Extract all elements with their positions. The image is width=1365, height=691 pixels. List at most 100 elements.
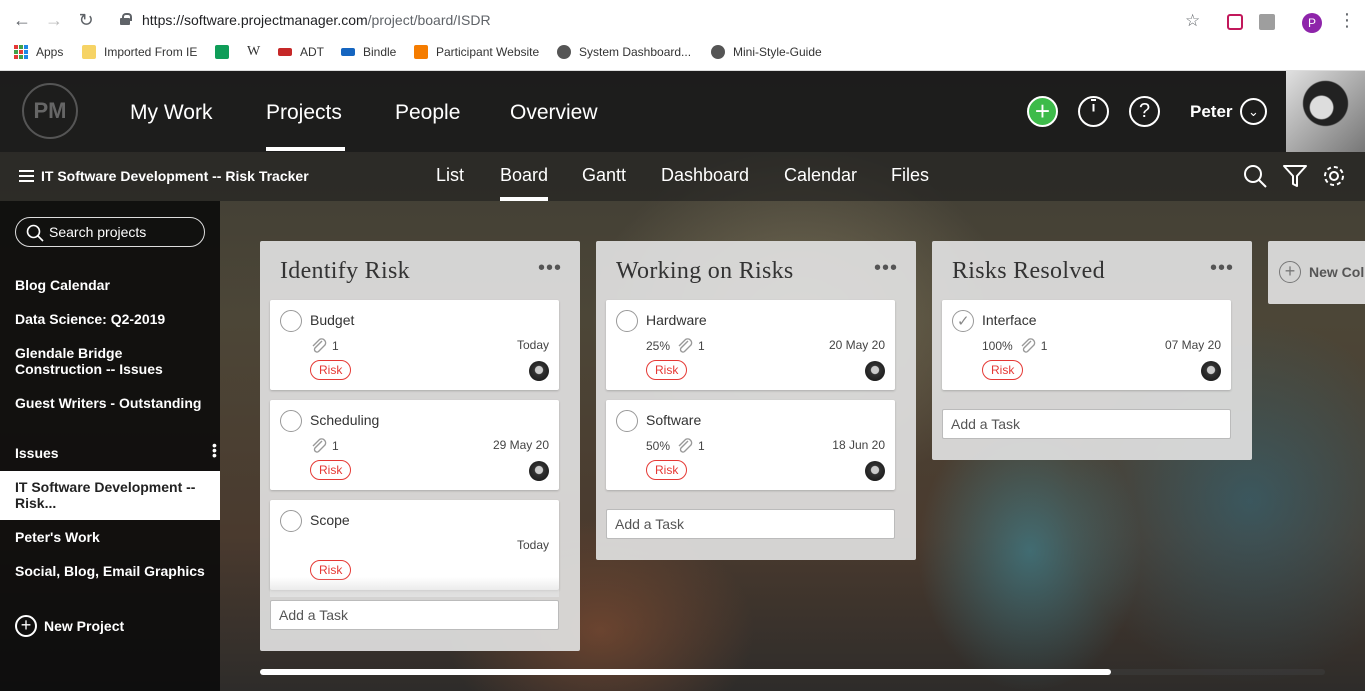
bookmark-star-icon[interactable]: ☆ <box>1185 11 1200 31</box>
bookmark-apps[interactable]: Apps <box>14 44 63 60</box>
risk-tag[interactable]: Risk <box>646 460 688 480</box>
column-menu-icon[interactable]: ••• <box>1210 257 1234 280</box>
assignee-avatar[interactable] <box>529 361 549 381</box>
search-projects-input[interactable]: Search projects <box>15 217 205 247</box>
sidebar-item-peters-work[interactable]: Peter's Work <box>15 529 205 545</box>
task-progress: 25% <box>646 339 671 353</box>
tab-board[interactable]: Board <box>500 165 548 186</box>
add-task-input[interactable]: Add a Task <box>606 509 895 539</box>
bookmark-adt[interactable]: ADT <box>278 44 324 60</box>
tab-gantt[interactable]: Gantt <box>582 165 626 186</box>
task-card[interactable]: Scheduling 1 29 May 20 Risk <box>270 400 559 490</box>
horizontal-scrollbar-thumb[interactable] <box>260 669 1111 675</box>
back-icon[interactable]: ← <box>12 10 32 30</box>
attachment-count: 1 <box>1040 339 1048 353</box>
address-bar[interactable]: https://software.projectmanager.com/proj… <box>110 6 1210 34</box>
url-text: https://software.projectmanager.com/proj… <box>142 12 491 28</box>
risk-tag[interactable]: Risk <box>982 360 1024 380</box>
task-checkbox[interactable] <box>280 410 302 432</box>
sidebar-item-social-blog[interactable]: Social, Blog, Email Graphics <box>15 563 205 579</box>
top-navigation: PM My Work Projects People Overview + ? … <box>0 71 1365 152</box>
browser-chrome: ← → ↻ https://software.projectmanager.co… <box>0 0 1365 71</box>
assignee-avatar[interactable] <box>1201 361 1221 381</box>
search-icon <box>26 224 44 242</box>
sidebar-item-it-software-development[interactable]: IT Software Development -- Risk... <box>0 471 220 520</box>
task-progress: 100% <box>982 339 1013 353</box>
due-date: Today <box>516 338 549 352</box>
nav-projects[interactable]: Projects <box>266 101 342 125</box>
due-date: 20 May 20 <box>828 338 885 352</box>
tab-dashboard[interactable]: Dashboard <box>661 165 749 186</box>
task-checkbox-checked[interactable] <box>952 310 974 332</box>
nav-my-work[interactable]: My Work <box>130 101 212 125</box>
attachment-count: 1 <box>332 339 339 353</box>
risk-tag[interactable]: Risk <box>646 360 688 380</box>
timer-icon[interactable] <box>1078 96 1109 127</box>
column-menu-icon[interactable]: ••• <box>538 257 562 280</box>
extension-icon[interactable] <box>1227 14 1243 30</box>
tab-files[interactable]: Files <box>891 165 929 186</box>
filter-icon[interactable] <box>1282 163 1308 189</box>
task-checkbox[interactable] <box>616 410 638 432</box>
task-card[interactable]: Interface 100% 1 07 May 20 Risk <box>942 300 1231 390</box>
profile-avatar[interactable]: P <box>1302 13 1322 33</box>
user-avatar[interactable] <box>1286 71 1365 152</box>
risk-tag[interactable]: Risk <box>310 360 352 380</box>
pdf-extension-icon[interactable] <box>1259 14 1275 30</box>
task-meta: 50% 1 <box>646 437 705 455</box>
task-card[interactable]: Software 50% 1 18 Jun 20 Risk <box>606 400 895 490</box>
sidebar-item-issues[interactable]: Issues <box>15 445 205 461</box>
nav-overview[interactable]: Overview <box>510 101 598 125</box>
column-menu-icon[interactable]: ••• <box>874 257 898 280</box>
task-card[interactable]: Budget 1 Today Risk <box>270 300 559 390</box>
bookmarks-bar: Apps Imported From IE W ADT Bindle Parti… <box>0 40 1365 64</box>
reload-icon[interactable]: ↻ <box>76 10 96 30</box>
forward-icon[interactable]: → <box>44 10 64 30</box>
task-checkbox[interactable] <box>616 310 638 332</box>
column-title[interactable]: Identify Risk <box>280 258 410 285</box>
globe-icon <box>557 45 571 59</box>
chevron-down-icon[interactable]: ⌄ <box>1240 98 1267 125</box>
add-icon[interactable]: + <box>1027 96 1058 127</box>
address-row: ← → ↻ https://software.projectmanager.co… <box>0 4 1365 36</box>
task-card[interactable]: Hardware 25% 1 20 May 20 Risk <box>606 300 895 390</box>
bookmark-imported-from-ie[interactable]: Imported From IE <box>82 44 197 60</box>
more-options-icon[interactable]: • • • <box>212 438 217 462</box>
risk-tag[interactable]: Risk <box>310 460 352 480</box>
add-task-input[interactable]: Add a Task <box>270 600 559 630</box>
bookmark-participant-website[interactable]: Participant Website <box>414 44 539 60</box>
add-task-input[interactable]: Add a Task <box>942 409 1231 439</box>
settings-gear-icon[interactable] <box>1321 163 1347 189</box>
nav-people[interactable]: People <box>395 101 460 125</box>
assignee-avatar[interactable] <box>865 461 885 481</box>
tab-list[interactable]: List <box>436 165 464 186</box>
sidebar-item-glendale-bridge[interactable]: Glendale Bridge Construction -- Issues <box>15 345 205 377</box>
sidebar-item-data-science[interactable]: Data Science: Q2-2019 <box>15 311 205 327</box>
assignee-avatar[interactable] <box>529 461 549 481</box>
new-column-button[interactable]: + New Column <box>1268 241 1365 304</box>
column-title[interactable]: Working on Risks <box>616 258 794 285</box>
task-checkbox[interactable] <box>280 310 302 332</box>
bookmark-system-dashboard[interactable]: System Dashboard... <box>557 44 691 60</box>
user-name[interactable]: Peter <box>1190 102 1233 122</box>
pm-logo[interactable]: PM <box>22 83 78 139</box>
bookmark-bindle[interactable]: Bindle <box>341 44 396 60</box>
search-icon[interactable] <box>1242 163 1268 189</box>
hamburger-menu-icon[interactable] <box>19 170 34 182</box>
column-title[interactable]: Risks Resolved <box>952 258 1105 285</box>
assignee-avatar[interactable] <box>865 361 885 381</box>
plus-icon: + <box>1279 261 1301 283</box>
browser-menu-icon[interactable]: ⋮ <box>1338 10 1356 30</box>
globe-icon <box>711 45 725 59</box>
sidebar-item-blog-calendar[interactable]: Blog Calendar <box>15 277 205 293</box>
bookmark-mini-style-guide[interactable]: Mini-Style-Guide <box>711 44 822 60</box>
attachment-count: 1 <box>332 439 339 453</box>
lock-icon <box>120 13 132 25</box>
help-icon[interactable]: ? <box>1129 96 1160 127</box>
new-project-button[interactable]: + New Project <box>15 615 124 637</box>
bookmark-sheets[interactable] <box>215 44 237 60</box>
bookmark-wikipedia[interactable]: W <box>247 44 260 60</box>
task-checkbox[interactable] <box>280 510 302 532</box>
sidebar-item-guest-writers[interactable]: Guest Writers - Outstanding <box>15 395 205 411</box>
tab-calendar[interactable]: Calendar <box>784 165 857 186</box>
